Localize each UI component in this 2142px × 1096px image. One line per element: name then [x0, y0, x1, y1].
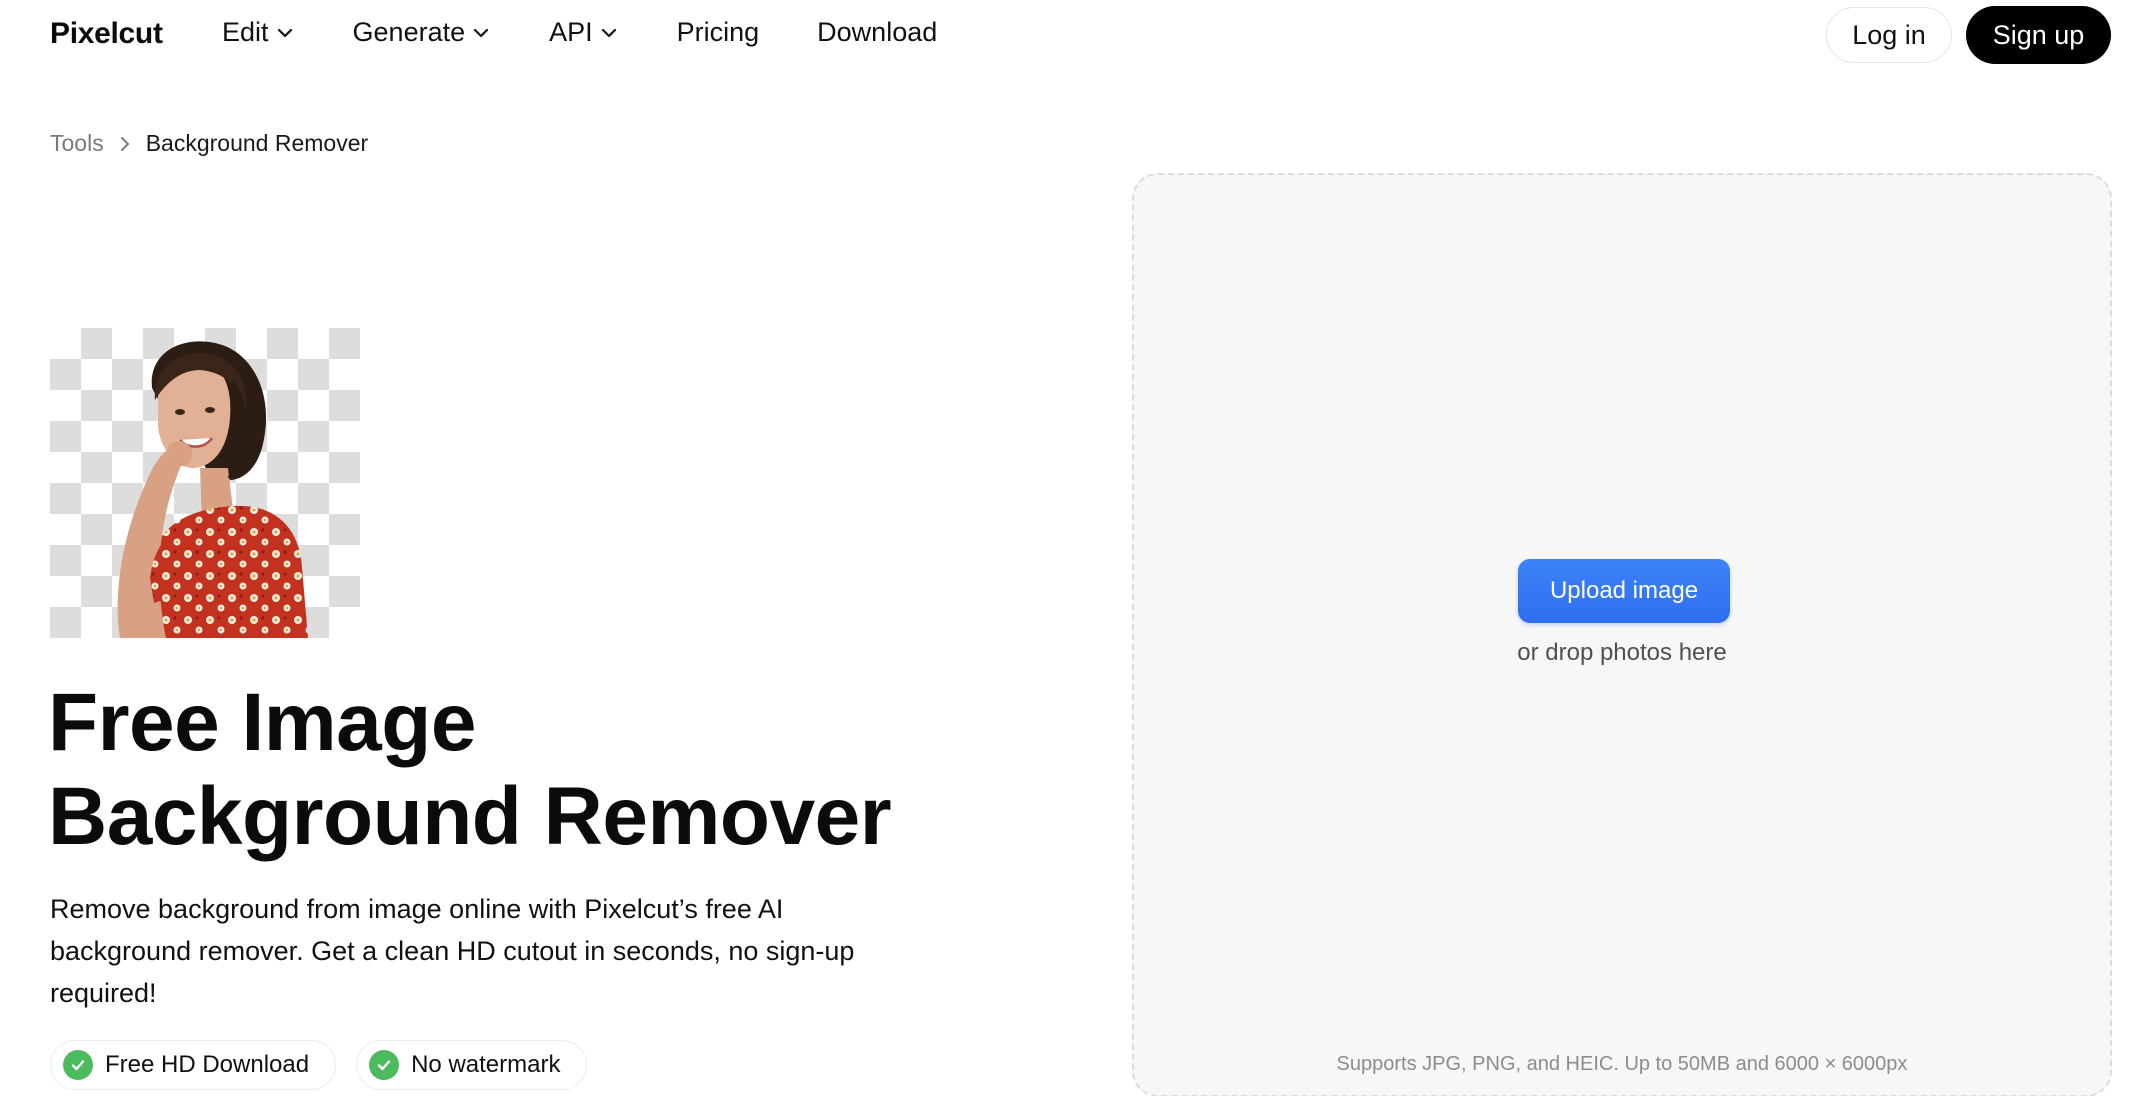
main-nav: Edit Generate API Pricing Download	[222, 17, 995, 48]
top-nav: Pixelcut Edit Generate API Pricing Downl…	[0, 0, 2142, 70]
page-title-line-1: Free Image	[48, 677, 476, 768]
feature-label: No watermark	[411, 1051, 561, 1078]
breadcrumb-current: Background Remover	[145, 130, 369, 156]
pixelcut-logo[interactable]: Pixelcut	[50, 17, 163, 51]
feature-pill-no-watermark: No watermark	[356, 1040, 588, 1090]
check-icon	[63, 1050, 93, 1080]
chevron-down-icon	[474, 28, 489, 37]
upload-image-button[interactable]: Upload image	[1518, 559, 1730, 623]
breadcrumb: Tools Background Remover	[50, 130, 368, 157]
breadcrumb-tools-link[interactable]: Tools	[50, 130, 104, 157]
nav-item-edit[interactable]: Edit	[222, 17, 295, 48]
upload-dropzone[interactable]: Upload image or drop photos here Support…	[1132, 173, 2112, 1096]
nav-item-api[interactable]: API	[549, 17, 619, 48]
page-title: Free Image Background Remover	[48, 676, 1048, 864]
supported-formats-text: Supports JPG, PNG, and HEIC. Up to 50MB …	[1336, 1053, 1908, 1075]
chevron-down-icon	[601, 28, 616, 37]
nav-item-download[interactable]: Download	[817, 17, 937, 48]
nav-item-label: Download	[817, 17, 938, 47]
chevron-right-icon	[120, 136, 129, 151]
chevron-down-icon	[277, 28, 292, 37]
feature-pill-hd-download: Free HD Download	[50, 1040, 337, 1090]
nav-item-generate[interactable]: Generate	[353, 17, 492, 48]
nav-item-label: Generate	[352, 17, 466, 47]
drop-hint-text: or drop photos here	[1517, 639, 1727, 666]
login-button[interactable]: Log in	[1826, 7, 1952, 63]
feature-label: Free HD Download	[105, 1051, 310, 1078]
check-icon	[369, 1050, 400, 1080]
nav-item-pricing[interactable]: Pricing	[677, 17, 760, 48]
page: Pixelcut Edit Generate API Pricing Downl…	[0, 0, 2142, 1096]
signup-button[interactable]: Sign up	[1966, 6, 2111, 64]
nav-item-label: API	[549, 17, 593, 47]
example-cutout-image	[50, 328, 360, 638]
feature-pills: Free HD Download No watermark	[50, 1040, 588, 1090]
nav-item-label: Edit	[222, 17, 269, 47]
woman-portrait-illustration	[117, 341, 308, 638]
nav-item-label: Pricing	[676, 17, 760, 47]
hero-description: Remove background from image online with…	[50, 894, 855, 1008]
page-title-line-2: Background Remover	[48, 771, 892, 862]
